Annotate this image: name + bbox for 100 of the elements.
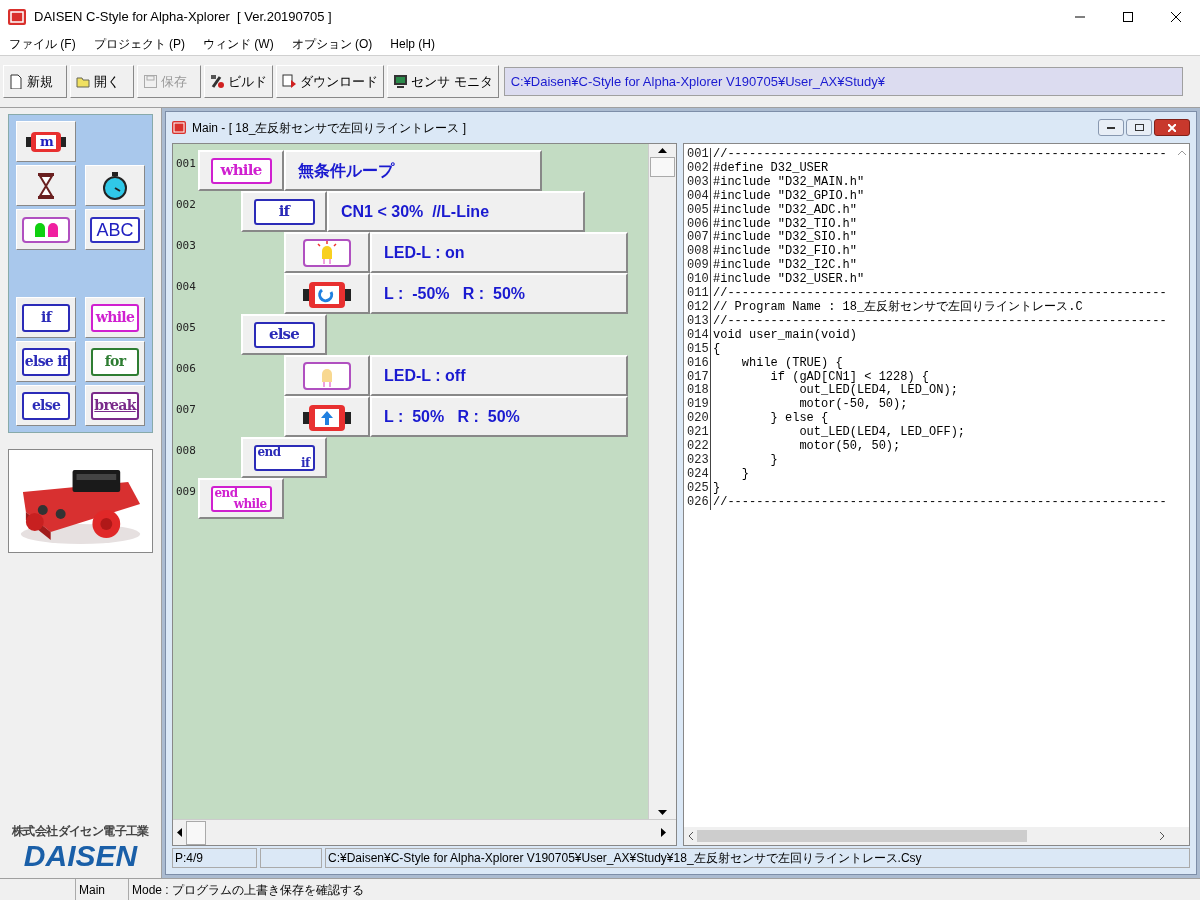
menu-item[interactable]: ウィンド (W) [202,35,275,53]
toolbar-button[interactable]: ダウンロード [276,65,384,98]
toolbar-button[interactable]: 新規 [3,65,67,98]
line-number: 002 [175,197,197,213]
menu-item[interactable]: プロジェクト (P) [92,35,186,53]
folder-icon [76,74,91,89]
minimize-icon [1107,126,1115,129]
line-number: 001 [687,148,711,162]
code-line: void user_main(void) [712,328,858,343]
line-number: 008 [687,245,711,260]
code-line: #define D32_USER [712,161,829,176]
document-icon [9,74,24,89]
scrollbar-thumb[interactable] [697,830,1027,842]
toolbar-button[interactable]: センサ モニタ [387,65,499,98]
line-number: 011 [687,287,711,301]
line-number: 024 [687,467,711,482]
block-cell[interactable]: end while [198,478,284,519]
code-line: // Program Name : 18_左反射センサで左回りライントレース.C [712,300,1083,315]
code-line: #include "D32_MAIN.h" [712,175,865,190]
menu-item[interactable]: ファイル (F) [8,35,77,53]
close-icon[interactable] [1171,12,1181,22]
code-line: while (TRUE) { [740,356,843,371]
toolbar-button[interactable]: 開く [70,65,134,98]
line-number: 003 [687,175,711,190]
code-line: out_LED(LED4, LED_ON); [798,384,958,398]
line-number: 007 [175,402,197,418]
code-line: { [712,342,721,357]
line-number: 009 [175,484,197,500]
block-cell[interactable] [284,355,370,396]
line-number: 019 [687,398,711,413]
block-cell[interactable] [284,273,370,314]
lamp-lit-icon [303,238,351,267]
code-line: } [769,453,778,468]
maximize-icon[interactable] [1123,12,1133,22]
tools-icon [210,74,225,89]
app-icon [172,121,186,134]
line-number: 017 [687,370,711,385]
code-line: out_LED(LED4, LED_OFF); [798,426,966,440]
scroll-right-icon[interactable] [1160,832,1165,840]
line-number: 009 [687,259,711,274]
motor-label: m [40,133,54,149]
line-number: 014 [687,328,711,343]
path-field: C:¥Daisen¥C-Style for Alpha-Xplorer V190705¥User_AX¥Study¥ [503,67,1183,96]
scroll-up-icon[interactable] [658,148,667,153]
line-number: 013 [687,314,711,329]
line-number: 001 [175,156,197,172]
block-cell[interactable] [284,232,370,273]
code-line: motor(50, 50); [798,440,901,454]
code-line: } else { [769,412,829,426]
code-line: #include "D32_I2C.h" [712,259,858,273]
restore-button[interactable] [1126,119,1152,136]
scroll-left-icon[interactable] [688,832,693,840]
palette-button[interactable]: ABC [85,209,145,250]
code-line: } [740,467,749,482]
palette-button[interactable]: break [85,385,145,426]
close-button[interactable] [1154,119,1190,136]
scroll-left-icon[interactable] [177,828,182,837]
toolbar-button[interactable]: ビルド [204,65,273,98]
palette-button[interactable] [85,165,145,206]
block-tag: while [210,157,272,184]
block-cell[interactable]: while [198,150,284,191]
brand-logo: DAISEN [23,840,138,872]
motor-icon [26,129,66,154]
line-number: 004 [175,279,197,295]
line-number: 007 [687,231,711,246]
motor-arrow-icon [303,402,351,431]
palette-button[interactable]: if [16,297,76,338]
restore-icon [1134,124,1144,131]
line-number: 016 [687,356,711,371]
menu-item[interactable]: オプション (O) [290,35,374,53]
block-tag: if [253,198,315,225]
block-text: 無条件ループ [284,150,542,191]
block-cell[interactable]: end if [241,437,327,478]
app-icon [8,8,26,25]
scroll-down-icon[interactable] [658,810,667,815]
minimize-button[interactable] [1098,119,1124,136]
document-arrow-icon [282,74,297,89]
block-cell[interactable]: if [241,191,327,232]
menu-item[interactable]: Help (H) [389,35,436,53]
line-number: 020 [687,412,711,427]
line-number: 002 [687,161,711,176]
scrollbar-thumb[interactable] [186,820,206,845]
block-tag: else [253,321,315,348]
palette-button[interactable]: while [85,297,145,338]
stopwatch-icon [102,171,128,200]
palette-button[interactable]: for [85,341,145,382]
block-cell[interactable]: else [241,314,327,355]
scrollbar-thumb[interactable] [650,157,675,177]
scroll-right-icon[interactable] [661,828,666,837]
palette-button[interactable]: m [16,121,76,162]
palette-button[interactable]: else [16,385,76,426]
code-line: #include "D32_USER.h" [712,273,865,287]
line-number: 015 [687,342,711,357]
palette-button[interactable]: else if [16,341,76,382]
lamp-icon [303,361,351,390]
block-text: L : -50% R : 50% [370,273,628,314]
block-cell[interactable] [284,396,370,437]
line-number: 006 [175,361,197,377]
palette-button[interactable] [16,165,76,206]
close-icon [1168,123,1176,132]
